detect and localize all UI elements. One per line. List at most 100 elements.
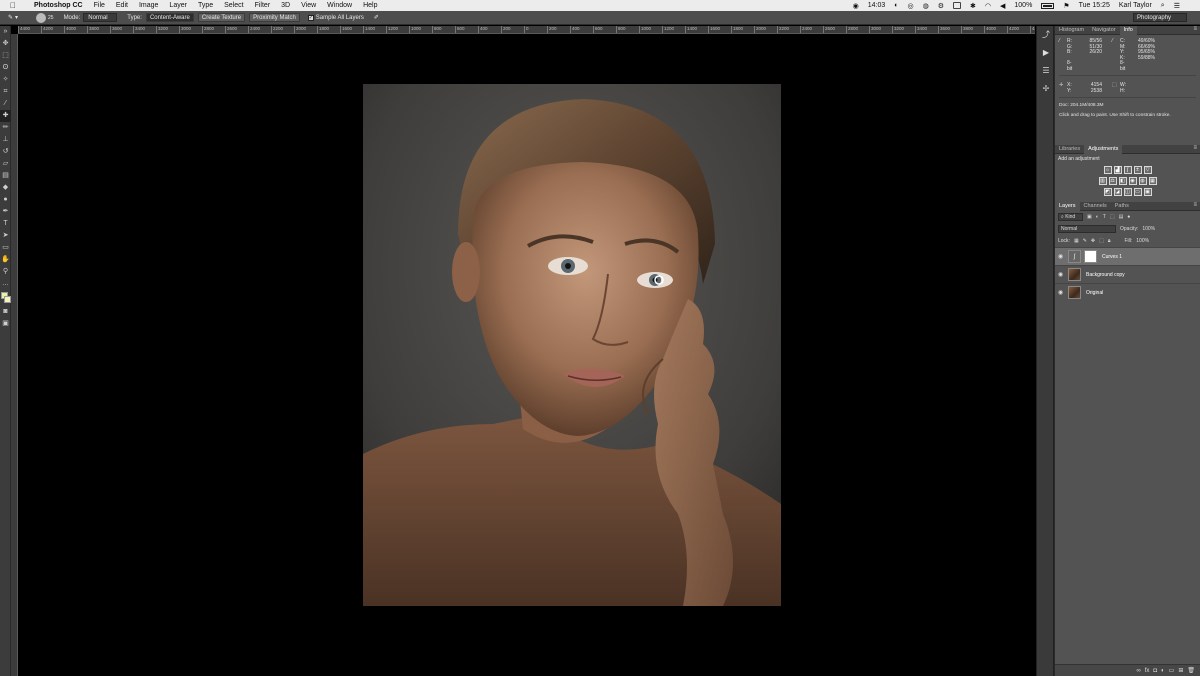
content-aware-button[interactable]: Content-Aware: [145, 13, 194, 22]
record-icon[interactable]: ◉: [853, 2, 859, 10]
eye-icon[interactable]: ◉: [1055, 289, 1066, 296]
filter-shape-icon[interactable]: ⬚: [1110, 214, 1115, 220]
tab-adjustments[interactable]: Adjustments: [1084, 144, 1123, 154]
lock-pixels-icon[interactable]: ✎: [1083, 238, 1087, 244]
eyedropper-tool-icon[interactable]: ⁄: [0, 98, 11, 110]
wifi-icon[interactable]: ◠: [985, 2, 991, 10]
menu-layer[interactable]: Layer: [169, 2, 187, 9]
apple-icon[interactable]: : [10, 1, 20, 10]
channel-mixer-icon[interactable]: ◍: [1138, 176, 1147, 185]
layer-thumbnail[interactable]: [1068, 268, 1081, 281]
collapse-icon[interactable]: »: [0, 26, 11, 38]
add-mask-icon[interactable]: ◘: [1153, 668, 1157, 674]
lock-position-icon[interactable]: ✥: [1091, 238, 1095, 244]
layer-kind-filter[interactable]: ⌕ Kind: [1058, 213, 1083, 221]
menu-edit[interactable]: Edit: [116, 2, 128, 9]
display-icon[interactable]: [953, 2, 962, 9]
curves-icon[interactable]: ∫: [1123, 165, 1132, 174]
layer-mask-thumbnail[interactable]: [1084, 250, 1097, 263]
mode-select[interactable]: Normal: [83, 13, 118, 22]
vertical-ruler[interactable]: [11, 34, 18, 676]
pen-tool-icon[interactable]: ✒: [0, 206, 11, 218]
menu-type[interactable]: Type: [198, 2, 213, 9]
filter-smart-icon[interactable]: ▤: [1119, 214, 1124, 220]
spotlight-icon[interactable]: ⌕: [1161, 2, 1165, 10]
threshold-icon[interactable]: ◫: [1123, 187, 1132, 196]
path-select-tool-icon[interactable]: ➤: [0, 230, 11, 242]
layer-style-icon[interactable]: fx: [1145, 668, 1150, 674]
clock-label[interactable]: Tue 15:25: [1079, 2, 1110, 9]
blur-tool-icon[interactable]: ◆: [0, 182, 11, 194]
color-balance-icon[interactable]: ⚖: [1108, 176, 1117, 185]
menu-window[interactable]: Window: [327, 2, 352, 9]
vibrance-icon[interactable]: ▽: [1143, 165, 1152, 174]
notification-icon[interactable]: ☰: [1174, 2, 1180, 10]
lasso-tool-icon[interactable]: ʘ: [0, 62, 11, 74]
history-brush-tool-icon[interactable]: ↺: [0, 146, 11, 158]
lock-all-icon[interactable]: 🔒︎: [1108, 238, 1111, 244]
filter-pixel-icon[interactable]: ▣: [1087, 214, 1092, 220]
actions-icon[interactable]: ▶: [1037, 44, 1055, 62]
more-tools-icon[interactable]: …: [0, 278, 11, 290]
panel-menu-icon[interactable]: ≡: [1193, 26, 1197, 32]
new-group-icon[interactable]: ▭: [1169, 667, 1175, 674]
menu-3d[interactable]: 3D: [281, 2, 290, 9]
tab-channels[interactable]: Channels: [1080, 202, 1111, 211]
crop-tool-icon[interactable]: ⌗: [0, 86, 11, 98]
layer-row[interactable]: ◉ Background copy: [1055, 265, 1200, 283]
color-swatches[interactable]: [0, 290, 11, 306]
posterize-icon[interactable]: ◪: [1113, 187, 1122, 196]
color-lookup-icon[interactable]: ▦: [1148, 176, 1157, 185]
menu-filter[interactable]: Filter: [255, 2, 271, 9]
tab-histogram[interactable]: Histogram: [1055, 26, 1088, 35]
brush-tool-icon[interactable]: ✏: [0, 122, 11, 134]
menu-file[interactable]: File: [94, 2, 105, 9]
opacity-value[interactable]: 100%: [1142, 226, 1155, 232]
invert-icon[interactable]: ◩: [1103, 187, 1112, 196]
panel-menu-icon[interactable]: ≡: [1193, 202, 1197, 208]
lock-transparency-icon[interactable]: ▦: [1074, 238, 1079, 244]
filter-type-icon[interactable]: T: [1103, 214, 1106, 220]
dodge-tool-icon[interactable]: ●: [0, 194, 11, 206]
lock-artboard-icon[interactable]: ⬚: [1099, 238, 1104, 244]
menu-view[interactable]: View: [301, 2, 316, 9]
tab-paths[interactable]: Paths: [1111, 202, 1133, 211]
layer-row[interactable]: ◉ ∫ Curves 1: [1055, 247, 1200, 265]
marquee-tool-icon[interactable]: ⬚: [0, 50, 11, 62]
horizontal-ruler[interactable]: 4400 4200 4000 3800 3600 3400 3200 3000 2800 2600…: [18, 26, 1035, 34]
panel-menu-icon[interactable]: ≡: [1193, 145, 1197, 151]
bluetooth-icon[interactable]: ✱: [970, 2, 976, 10]
eye-icon[interactable]: ◉: [1055, 253, 1066, 260]
properties-icon[interactable]: ☰: [1037, 62, 1055, 80]
blend-mode-select[interactable]: Normal: [1058, 225, 1116, 233]
hand-tool-icon[interactable]: ✋: [0, 254, 11, 266]
exposure-icon[interactable]: ±: [1133, 165, 1142, 174]
type-tool-icon[interactable]: T: [0, 218, 11, 230]
menu-image[interactable]: Image: [139, 2, 158, 9]
hue-saturation-icon[interactable]: ▥: [1098, 176, 1107, 185]
new-adjustment-icon[interactable]: ◐: [1161, 668, 1165, 674]
proximity-match-button[interactable]: Proximity Match: [249, 13, 300, 22]
menu-app-name[interactable]: Photoshop CC: [34, 2, 83, 9]
flag-icon[interactable]: ⚑: [1063, 2, 1069, 10]
sample-all-layers-toggle[interactable]: ✓ Sample All Layers: [307, 14, 364, 21]
battery-icon[interactable]: [1041, 2, 1055, 9]
menu-help[interactable]: Help: [363, 2, 377, 9]
status-icon-2[interactable]: ◎: [908, 2, 914, 10]
filter-toggle-icon[interactable]: ●: [1127, 214, 1130, 220]
stamp-tool-icon[interactable]: ⊥: [0, 134, 11, 146]
portrait-photo[interactable]: [363, 84, 781, 606]
pressure-icon[interactable]: ✐: [374, 14, 379, 21]
selective-color-icon[interactable]: ▣: [1143, 187, 1152, 196]
status-icon-4[interactable]: ⚙: [938, 2, 944, 10]
tab-info[interactable]: Info: [1119, 25, 1137, 35]
tool-preset-picker[interactable]: ✎ ▾: [8, 12, 28, 23]
gradient-map-icon[interactable]: ▭: [1133, 187, 1142, 196]
quick-select-tool-icon[interactable]: ✧: [0, 74, 11, 86]
workspace-select[interactable]: Photography: [1133, 13, 1187, 22]
status-icon-1[interactable]: ◐: [894, 2, 898, 9]
screen-mode-icon[interactable]: ▣: [0, 318, 11, 330]
delete-layer-icon[interactable]: 🗑︎: [1187, 667, 1195, 674]
eraser-tool-icon[interactable]: ▱: [0, 158, 11, 170]
black-white-icon[interactable]: ◧: [1118, 176, 1127, 185]
